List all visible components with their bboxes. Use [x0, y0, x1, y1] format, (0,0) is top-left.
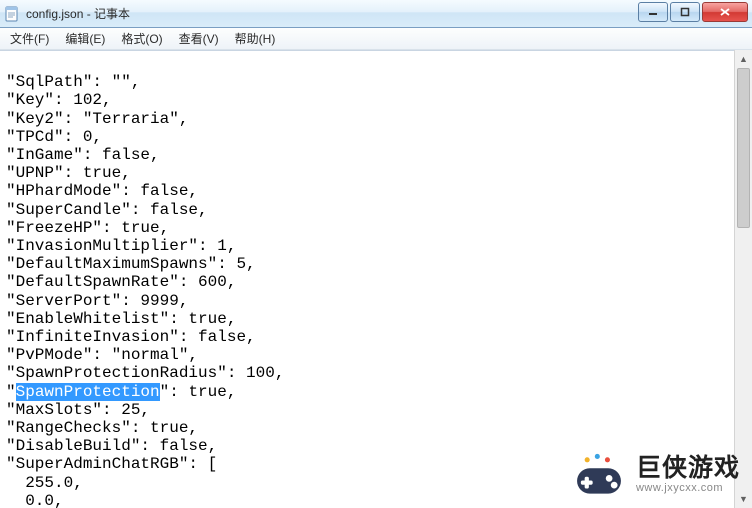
notepad-icon: [4, 6, 20, 22]
menubar: 文件(F) 编辑(E) 格式(O) 查看(V) 帮助(H): [0, 28, 752, 50]
menu-file[interactable]: 文件(F): [2, 28, 57, 49]
scroll-down-arrow-icon[interactable]: ▼: [735, 490, 752, 508]
menu-help[interactable]: 帮助(H): [227, 28, 284, 49]
text-selection: SpawnProtection: [16, 383, 160, 401]
menu-format[interactable]: 格式(O): [113, 28, 170, 49]
close-icon: [719, 7, 731, 17]
scroll-track[interactable]: [735, 68, 752, 490]
titlebar: config.json - 记事本: [0, 0, 752, 28]
editor-area: "SqlPath": "", "Key": 102, "Key2": "Terr…: [0, 50, 752, 508]
maximize-icon: [680, 7, 690, 17]
minimize-button[interactable]: [638, 2, 668, 22]
close-button[interactable]: [702, 2, 748, 22]
minimize-icon: [648, 7, 658, 17]
vertical-scrollbar[interactable]: ▲ ▼: [734, 50, 752, 508]
scroll-thumb[interactable]: [737, 68, 750, 228]
maximize-button[interactable]: [670, 2, 700, 22]
text-editor[interactable]: "SqlPath": "", "Key": 102, "Key2": "Terr…: [0, 51, 752, 508]
menu-view[interactable]: 查看(V): [171, 28, 227, 49]
scroll-up-arrow-icon[interactable]: ▲: [735, 50, 752, 68]
menu-edit[interactable]: 编辑(E): [57, 28, 113, 49]
window-controls: [638, 2, 748, 22]
window-title: config.json - 记事本: [26, 5, 130, 22]
